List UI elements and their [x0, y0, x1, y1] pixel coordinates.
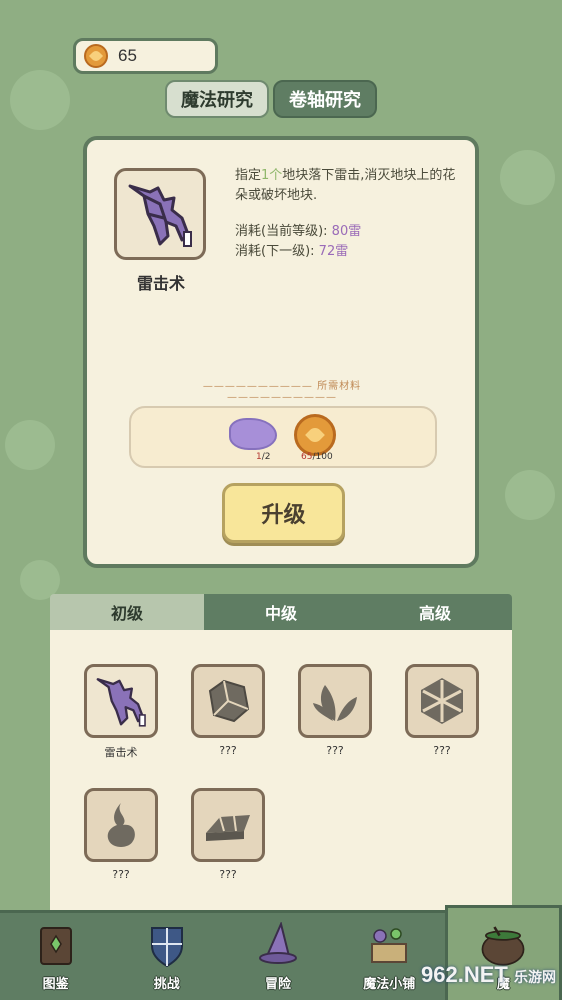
coin-icon	[84, 44, 108, 68]
spell-label: ???	[112, 868, 130, 881]
background-leaf	[5, 420, 55, 470]
purple-crystal-icon	[229, 418, 277, 450]
spell-cell[interactable]: ???	[190, 788, 266, 881]
watermark-logo: 962.NET 乐游网	[421, 962, 556, 988]
nav-label: 图鉴	[42, 977, 69, 992]
material-need: /100	[312, 452, 333, 462]
material-count: 65/100	[301, 452, 333, 462]
spell-label: 雷击术	[104, 746, 138, 759]
tab-intermediate[interactable]: 中级	[204, 594, 358, 630]
flame-icon	[84, 788, 158, 862]
spell-label: ???	[326, 744, 344, 757]
cost-current-row: 消耗(当前等级): 80雷	[235, 222, 361, 242]
ingot-icon	[191, 788, 265, 862]
material-count: 1/2	[256, 452, 271, 462]
spell-label: ???	[433, 744, 451, 757]
nav-label: 挑战	[153, 977, 180, 992]
snowflake-icon	[405, 664, 479, 738]
background-leaf	[505, 470, 555, 520]
shield-icon	[143, 921, 191, 969]
spell-cell[interactable]: ???	[297, 664, 373, 757]
bottom-nav: 图鉴 挑战 冒险 魔法小铺 魔 962.NET 乐游网	[0, 905, 562, 1000]
shop-icon	[365, 921, 413, 969]
research-tabs: 魔法研究 卷轴研究	[165, 80, 377, 118]
spell-description: 指定1个地块落下雷击,消灭地块上的花朵或破坏地块.	[235, 166, 465, 206]
spell-detail-panel: 雷击术 指定1个地块落下雷击,消灭地块上的花朵或破坏地块. 消耗(当前等级): …	[83, 136, 479, 568]
cost-next-row: 消耗(下一级): 72雷	[235, 242, 361, 262]
selected-spell-name: 雷击术	[136, 274, 185, 293]
materials-box: 1/2 65/100	[129, 406, 437, 468]
tab-scroll-research[interactable]: 卷轴研究	[273, 80, 377, 118]
leaves-icon	[298, 664, 372, 738]
cost-next-label: 消耗(下一级):	[235, 244, 315, 259]
rock-icon	[191, 664, 265, 738]
spell-cell[interactable]: ???	[404, 664, 480, 757]
currency-display: 65	[73, 38, 218, 74]
material-have: 65	[301, 452, 313, 462]
nav-item-challenge[interactable]: 挑战	[111, 913, 222, 1000]
grade-tabs: 初级 中级 高级	[50, 594, 512, 630]
spell-label: ???	[219, 868, 237, 881]
cost-current-value: 80雷	[331, 224, 362, 239]
nav-label: 魔法小铺	[363, 977, 416, 992]
tab-beginner[interactable]: 初级	[50, 594, 204, 630]
book-icon	[32, 921, 80, 969]
material-need: /2	[261, 452, 271, 462]
watermark-main: 962.NET	[421, 962, 508, 987]
cost-next-value: 72雷	[318, 244, 349, 259]
tab-magic-research[interactable]: 魔法研究	[165, 80, 269, 118]
tab-advanced[interactable]: 高级	[358, 594, 512, 630]
spell-cost: 消耗(当前等级): 80雷 消耗(下一级): 72雷	[235, 222, 361, 262]
materials-title: —————————— 所需材料 ——————————	[202, 381, 362, 403]
background-leaf	[10, 70, 70, 130]
desc-text: 指定	[235, 168, 262, 183]
spell-label: ???	[219, 744, 237, 757]
coin-icon	[294, 414, 336, 456]
watermark-sub: 乐游网	[514, 969, 556, 985]
upgrade-button[interactable]: 升级	[222, 483, 345, 543]
spell-grid: 雷击术 ??? ??? ??? ??? ???	[50, 630, 512, 920]
cost-current-label: 消耗(当前等级):	[235, 224, 328, 239]
lightning-icon	[114, 168, 206, 260]
spell-cell[interactable]: ???	[83, 788, 159, 881]
nav-item-encyclopedia[interactable]: 图鉴	[0, 913, 111, 1000]
background-leaf	[500, 150, 555, 205]
desc-highlight: 1个	[261, 168, 283, 183]
nav-label: 冒险	[265, 977, 292, 992]
spell-cell[interactable]: ???	[190, 664, 266, 757]
lightning-icon	[84, 664, 158, 738]
nav-item-adventure[interactable]: 冒险	[222, 913, 333, 1000]
wizard-hat-icon	[254, 921, 302, 969]
spell-cell[interactable]: 雷击术	[83, 664, 159, 760]
currency-amount: 65	[118, 46, 137, 65]
